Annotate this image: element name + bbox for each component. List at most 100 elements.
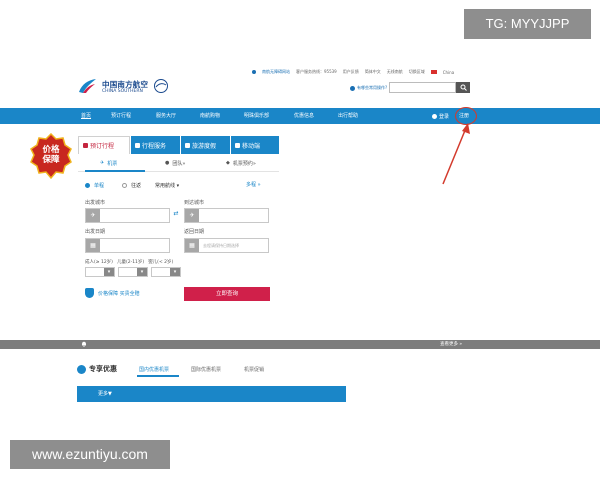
badge-text: 价格 保障: [29, 145, 73, 165]
nav-shopping[interactable]: 南航购物: [200, 108, 220, 124]
top-link-feedback[interactable]: 用户反馈: [343, 69, 359, 75]
top-link-hotline: 客户服务热线：95539: [296, 69, 337, 74]
tab-trip-service-label: 行程服务: [142, 142, 167, 150]
top-link-region-switch[interactable]: 切换区域: [409, 69, 425, 75]
helper-link[interactable]: 有哪些常用操作?: [350, 84, 387, 92]
badge-line-1: 价格: [42, 145, 60, 155]
service-icon: [135, 142, 140, 148]
tab-mobile[interactable]: 移动端: [230, 136, 279, 154]
search-button[interactable]: [456, 82, 470, 93]
return-date-label: 返回日期: [184, 229, 205, 235]
top-link-mobile[interactable]: 无线南航: [387, 69, 403, 75]
landing-icon: ✈: [185, 209, 199, 222]
watermark-tg: TG: MYYJJPP: [464, 9, 591, 39]
one-way-label: 单程: [94, 182, 105, 189]
offers-bar: [77, 386, 346, 402]
offer-tab-promotion[interactable]: 机票促销: [244, 366, 264, 373]
plane-icon: ✈: [100, 160, 105, 166]
child-label: 儿童(2-11岁): [116, 260, 145, 265]
search-input[interactable]: [389, 82, 456, 93]
subtab-group-label: 团队»: [172, 160, 186, 167]
passenger-labels: 成人(≥ 12岁) 儿童(2-11岁) 婴儿(< 2岁): [85, 259, 173, 266]
china-flag-icon: [430, 70, 437, 74]
multi-city-link[interactable]: 多程 »: [246, 180, 261, 190]
tab-booking[interactable]: 预订行程: [78, 136, 130, 154]
swap-cities-icon[interactable]: ⇄: [171, 211, 181, 217]
accessibility-icon: [252, 70, 256, 74]
vacation-icon: [185, 142, 190, 148]
child-select[interactable]: ▾: [118, 267, 148, 277]
nav-pearl-club[interactable]: 明珠俱乐部: [244, 108, 269, 124]
offer-tab-domestic[interactable]: 国内优惠机票: [139, 366, 169, 373]
price-guarantee-link[interactable]: 价格保障 买贵全赔: [85, 287, 140, 299]
bell-icon: [82, 341, 86, 347]
takeoff-icon: ✈: [86, 209, 100, 222]
chevron-down-icon: ▾: [137, 268, 147, 276]
plane-ticket-icon: [83, 143, 88, 148]
search-icon: [460, 84, 467, 91]
depart-date-label: 出发日期: [85, 229, 106, 235]
calendar-icon: ▦: [86, 239, 100, 252]
shield-icon: [85, 288, 94, 298]
infant-select[interactable]: ▾: [151, 267, 181, 277]
tab-vacation-label: 旅游度假: [192, 142, 217, 150]
chevron-down-icon: ▾: [170, 268, 180, 276]
top-link-language[interactable]: 简体中文: [365, 69, 381, 75]
offer-tab-international[interactable]: 国际优惠机票: [191, 366, 221, 373]
offers-more-button[interactable]: 更多▼: [98, 386, 112, 402]
reservation-icon: ◆: [226, 160, 230, 166]
tab-mobile-label: 移动端: [242, 142, 261, 150]
logo-text-en: CHINA SOUTHERN: [102, 89, 143, 94]
mobile-icon: [235, 142, 240, 148]
nav-offers[interactable]: 优惠信息: [294, 108, 314, 124]
subtab-flight-label: 机票: [107, 160, 118, 167]
from-city-input[interactable]: ✈: [85, 208, 170, 223]
round-trip-label: 往返: [131, 182, 142, 189]
offers-icon: [77, 365, 86, 374]
logo-icon[interactable]: [77, 78, 97, 94]
offers-title: 专享优惠: [89, 365, 117, 373]
subtab-flight[interactable]: ✈ 机票: [100, 157, 117, 169]
chevron-down-icon: ▾: [104, 268, 114, 276]
tab-booking-label: 预订行程: [90, 143, 115, 150]
adult-select[interactable]: ▾: [85, 267, 115, 277]
one-way-radio[interactable]: [85, 182, 90, 188]
common-route-select[interactable]: 常用航线 ▾: [155, 182, 179, 189]
notice-bar: [0, 340, 600, 349]
region-select[interactable]: China: [443, 70, 454, 75]
question-icon: [350, 85, 355, 91]
depart-date-input[interactable]: ▦: [85, 238, 170, 253]
return-date-input[interactable]: ▦ 去程请保持日期选择: [184, 238, 269, 253]
subtab-active-indicator: [85, 170, 145, 172]
subtab-reservation-label: 机票预约»: [232, 160, 256, 167]
nav-help[interactable]: 出行帮助: [338, 108, 358, 124]
search-flights-button[interactable]: 立即查询: [184, 287, 270, 301]
skyteam-emblem-icon: [154, 79, 168, 93]
login-text: 登录: [439, 113, 450, 120]
tab-vacation[interactable]: 旅游度假: [180, 136, 230, 154]
return-date-placeholder: 去程请保持日期选择: [203, 243, 239, 248]
nav-booking[interactable]: 预订行程: [111, 108, 131, 124]
group-icon: ●: [165, 160, 170, 166]
top-link-accessibility[interactable]: 南航无障碍网站: [262, 69, 290, 75]
subtab-reservation[interactable]: ◆ 机票预约»: [226, 157, 256, 169]
helper-text: 有哪些常用操作?: [357, 85, 388, 90]
notice-more-link[interactable]: 查看更多 »: [440, 340, 462, 349]
adult-label: 成人(≥ 12岁): [85, 260, 113, 265]
infant-label: 婴儿(< 2岁): [148, 260, 174, 265]
guarantee-text: 价格保障 买贵全赔: [98, 290, 140, 297]
calendar-icon: ▦: [185, 239, 199, 252]
watermark-site: www.ezuntiyu.com: [10, 440, 170, 469]
tab-trip-service[interactable]: 行程服务: [130, 136, 180, 154]
top-links: 南航无障碍网站 客户服务热线：95539 用户反馈 简体中文 无线南航 切换区域…: [252, 68, 472, 76]
nav-home[interactable]: 首页: [81, 108, 91, 124]
trip-type-row: 单程 往返 常用航线 ▾: [85, 180, 179, 190]
round-trip-radio[interactable]: [122, 182, 128, 188]
pointer-arrow-icon: [442, 123, 470, 185]
subtab-group[interactable]: ● 团队»: [165, 157, 185, 169]
to-city-input[interactable]: ✈: [184, 208, 269, 223]
from-city-label: 出发城市: [85, 200, 106, 206]
offer-tab-indicator: [137, 375, 179, 377]
nav-service-hall[interactable]: 服务大厅: [156, 108, 176, 124]
user-icon: [432, 113, 437, 119]
